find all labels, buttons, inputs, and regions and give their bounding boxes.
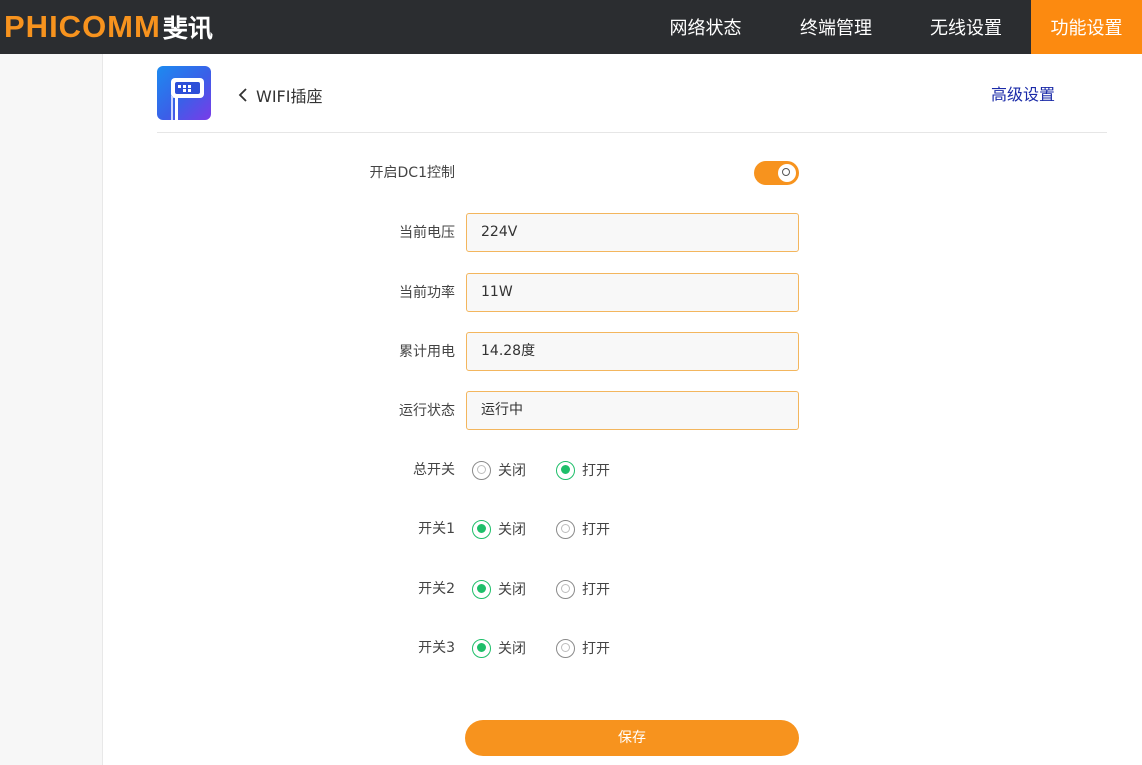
save-button[interactable]: 保存 <box>465 720 799 756</box>
radio-label: 打开 <box>582 641 610 657</box>
switch-2-on-option[interactable]: 打开 <box>556 579 640 599</box>
run-status-label: 运行状态 <box>399 403 455 419</box>
main-nav: 网络状态 终端管理 无线设置 功能设置 <box>640 0 1142 54</box>
radio-button[interactable] <box>472 579 491 599</box>
radio-label: 关闭 <box>498 522 526 538</box>
nav-function-settings[interactable]: 功能设置 <box>1031 0 1142 54</box>
nav-wireless-settings[interactable]: 无线设置 <box>901 0 1031 54</box>
switch-3-on-option[interactable]: 打开 <box>556 638 640 658</box>
radio-label: 关闭 <box>498 463 526 479</box>
smart-plug-app-icon <box>157 66 211 120</box>
switch-3-label: 开关3 <box>418 640 455 656</box>
radio-button[interactable] <box>472 460 491 480</box>
nav-terminal-management[interactable]: 终端管理 <box>771 0 901 54</box>
top-header: PHICOMM 斐讯 网络状态 终端管理 无线设置 功能设置 <box>0 0 1142 54</box>
logo-text-en: PHICOMM <box>4 9 161 44</box>
switch-3-radio-group: 关闭 打开 <box>472 637 640 659</box>
voltage-field[interactable]: 224V <box>466 213 799 252</box>
radio-label: 关闭 <box>498 582 526 598</box>
radio-button[interactable] <box>556 579 575 599</box>
switch-2-off-option[interactable]: 关闭 <box>472 579 556 599</box>
toggle-knob <box>778 164 796 182</box>
energy-field[interactable]: 14.28度 <box>466 332 799 371</box>
nav-network-status[interactable]: 网络状态 <box>640 0 771 54</box>
switch-2-radio-group: 关闭 打开 <box>472 578 640 600</box>
switch-1-label: 开关1 <box>418 521 455 537</box>
header-divider <box>157 132 1107 133</box>
master-switch-on-option[interactable]: 打开 <box>556 460 640 480</box>
phicomm-logo: PHICOMM 斐讯 <box>4 8 213 46</box>
switch-2-label: 开关2 <box>418 581 455 597</box>
radio-button[interactable] <box>556 519 575 539</box>
master-switch-label: 总开关 <box>413 462 455 478</box>
switch-1-on-option[interactable]: 打开 <box>556 519 640 539</box>
radio-button[interactable] <box>472 519 491 539</box>
radio-label: 打开 <box>582 522 610 538</box>
voltage-label: 当前电压 <box>399 225 455 241</box>
radio-label: 关闭 <box>498 641 526 657</box>
radio-label: 打开 <box>582 463 610 479</box>
master-switch-radio-group: 关闭 打开 <box>472 459 640 481</box>
enable-control-toggle[interactable] <box>754 161 799 185</box>
radio-label: 打开 <box>582 582 610 598</box>
radio-button[interactable] <box>556 638 575 658</box>
back-link[interactable]: WIFI插座 <box>237 84 322 106</box>
switch-1-radio-group: 关闭 打开 <box>472 518 640 540</box>
advanced-settings-link[interactable]: 高级设置 <box>991 84 1055 106</box>
switch-1-off-option[interactable]: 关闭 <box>472 519 556 539</box>
run-status-field[interactable]: 运行中 <box>466 391 799 430</box>
power-label: 当前功率 <box>399 285 455 301</box>
chevron-left-icon <box>238 88 247 102</box>
device-title: WIFI插座 <box>256 87 323 106</box>
logo-text-cn: 斐讯 <box>162 14 213 43</box>
power-field[interactable]: 11W <box>466 273 799 312</box>
left-sidebar <box>0 54 103 765</box>
radio-button[interactable] <box>472 638 491 658</box>
enable-control-label: 开启DC1控制 <box>369 165 455 181</box>
radio-button[interactable] <box>556 460 575 480</box>
switch-3-off-option[interactable]: 关闭 <box>472 638 556 658</box>
master-switch-off-option[interactable]: 关闭 <box>472 460 556 480</box>
energy-label: 累计用电 <box>399 344 455 360</box>
